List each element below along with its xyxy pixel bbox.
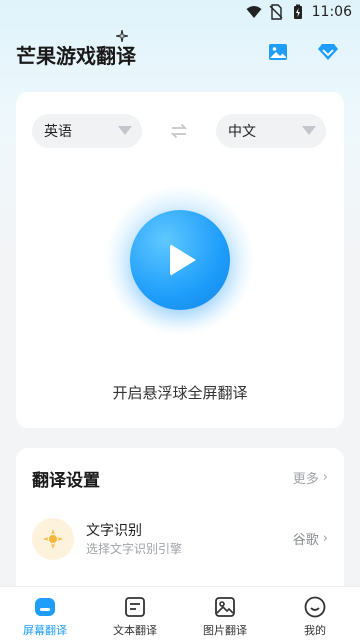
nav-label: 图片翻译 [203, 624, 247, 637]
settings-more-link[interactable]: 更多 › [293, 468, 328, 487]
target-language-select[interactable]: 中文 [216, 114, 326, 148]
more-label: 更多 [292, 472, 319, 487]
text-translate-icon [123, 595, 147, 619]
start-floating-ball-label: 开启悬浮球全屏翻译 [112, 384, 248, 402]
target-language-label: 中文 [228, 124, 256, 140]
app-title: 芒果游戏翻译 [16, 44, 136, 68]
ocr-setting-row[interactable]: 文字识别 选择文字识别引擎 谷歌 › [16, 514, 344, 564]
nav-image-translate[interactable]: 图片翻译 [180, 587, 270, 640]
image-button[interactable] [264, 38, 292, 66]
nav-label: 文本翻译 [113, 624, 157, 637]
image-icon [269, 44, 287, 60]
translation-settings-card: 翻译设置 更多 › 文字识别 选择文字识别引擎 谷歌 › [16, 448, 344, 598]
profile-icon [303, 595, 327, 619]
app-header: 芒果游戏翻译 [0, 30, 360, 72]
swap-languages-icon[interactable] [170, 122, 188, 140]
sparkle-icon [116, 30, 128, 42]
no-sim-icon [269, 4, 283, 20]
diamond-vip-icon [318, 44, 338, 60]
nav-label: 我的 [304, 624, 326, 637]
chevron-down-icon [302, 126, 316, 135]
bottom-nav: 屏幕翻译 文本翻译 图片翻译 我的 [0, 586, 360, 640]
status-icons: 11:06 [246, 4, 352, 20]
start-floating-ball-button[interactable] [130, 210, 230, 310]
chevron-right-icon: › [322, 470, 328, 485]
wifi-icon [246, 6, 262, 18]
status-bar: 11:06 [0, 0, 360, 26]
source-language-label: 英语 [44, 124, 72, 140]
ocr-subtitle: 选择文字识别引擎 [86, 542, 183, 556]
nav-label: 屏幕翻译 [23, 624, 67, 637]
ocr-target-icon [43, 529, 63, 549]
ocr-title: 文字识别 [86, 523, 142, 539]
translation-card: 英语 中文 开启悬浮球全屏翻译 [16, 92, 344, 428]
ocr-icon-wrap [32, 518, 74, 560]
nav-screen-translate[interactable]: 屏幕翻译 [0, 587, 90, 640]
chevron-down-icon [118, 126, 132, 135]
status-time: 11:06 [311, 4, 352, 20]
ocr-engine-label: 谷歌 [292, 533, 319, 548]
ocr-engine-value[interactable]: 谷歌 › [293, 529, 328, 548]
settings-title: 翻译设置 [32, 471, 100, 491]
image-translate-icon [213, 595, 237, 619]
nav-profile[interactable]: 我的 [270, 587, 360, 640]
screen-translate-icon [33, 595, 57, 619]
play-icon [170, 244, 196, 276]
nav-text-translate[interactable]: 文本翻译 [90, 587, 180, 640]
vip-button[interactable] [314, 38, 342, 66]
source-language-select[interactable]: 英语 [32, 114, 142, 148]
battery-charging-icon [293, 4, 302, 19]
chevron-right-icon: › [322, 531, 328, 546]
